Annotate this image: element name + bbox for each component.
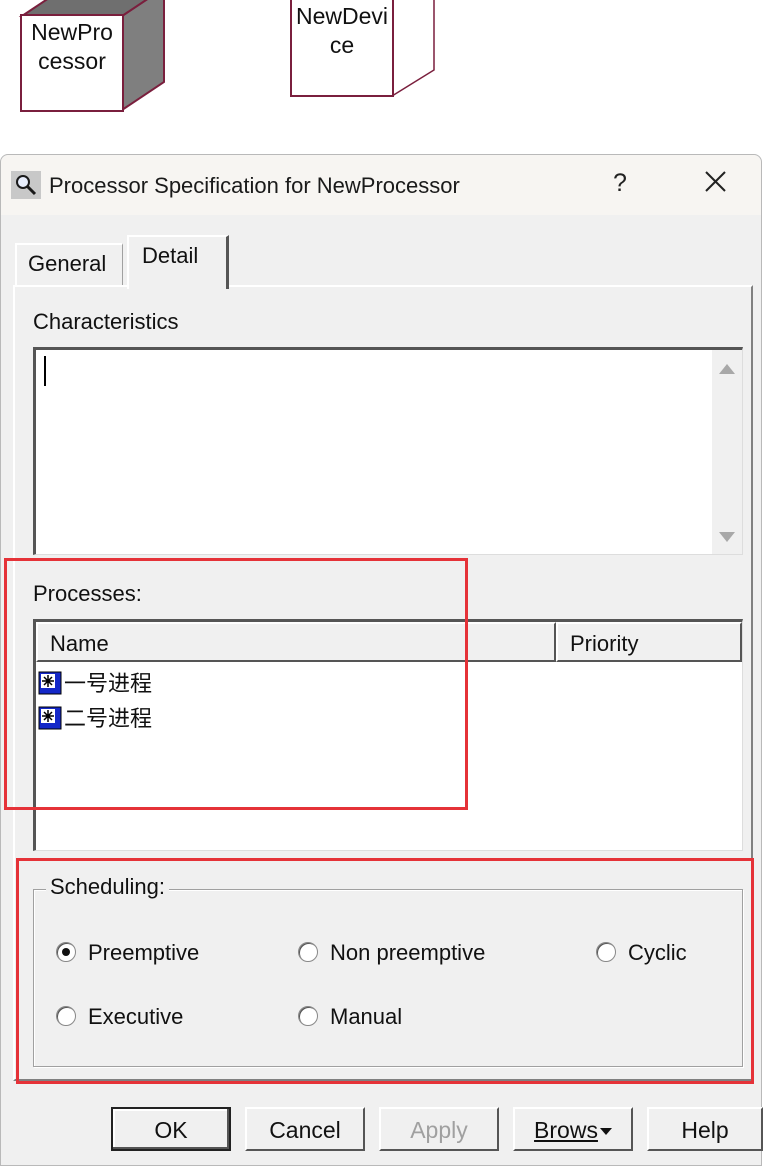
dropdown-arrow-icon <box>599 1128 612 1136</box>
device-node-label-1: NewDevi <box>295 3 389 29</box>
device-node-label-2: ce <box>329 32 355 58</box>
tab-general[interactable]: General <box>15 243 123 285</box>
cancel-button[interactable]: Cancel <box>245 1107 365 1151</box>
processor-node-label-2: cessor <box>38 48 106 74</box>
scroll-down-icon[interactable] <box>719 532 735 542</box>
dialog-title: Processor Specification for NewProcessor <box>49 173 460 198</box>
processor-node-label-1: NewPro <box>31 19 113 45</box>
browse-button[interactable]: Brows <box>513 1107 633 1151</box>
scheduling-highlight-box <box>16 858 754 1084</box>
help-button[interactable]: Help <box>647 1107 763 1151</box>
processor-node[interactable]: NewPro cessor <box>20 14 124 112</box>
column-header-priority[interactable]: Priority <box>556 622 742 662</box>
magnifier-icon <box>11 171 41 199</box>
browse-label: Brows <box>534 1117 598 1143</box>
processes-highlight-box <box>4 558 468 810</box>
characteristics-label: Characteristics <box>33 309 179 334</box>
close-icon[interactable] <box>699 165 733 199</box>
apply-button[interactable]: Apply <box>379 1107 499 1151</box>
characteristics-scrollbar[interactable] <box>712 350 742 554</box>
tab-detail[interactable]: Detail <box>127 235 229 289</box>
characteristics-textarea[interactable] <box>33 347 743 555</box>
dialog-titlebar[interactable]: Processor Specification for NewProcessor… <box>1 155 761 215</box>
help-icon[interactable]: ? <box>613 169 627 198</box>
text-caret <box>44 356 46 386</box>
scroll-up-icon[interactable] <box>719 364 735 374</box>
ok-button[interactable]: OK <box>111 1107 231 1151</box>
device-node[interactable]: NewDevi ce <box>290 0 394 97</box>
